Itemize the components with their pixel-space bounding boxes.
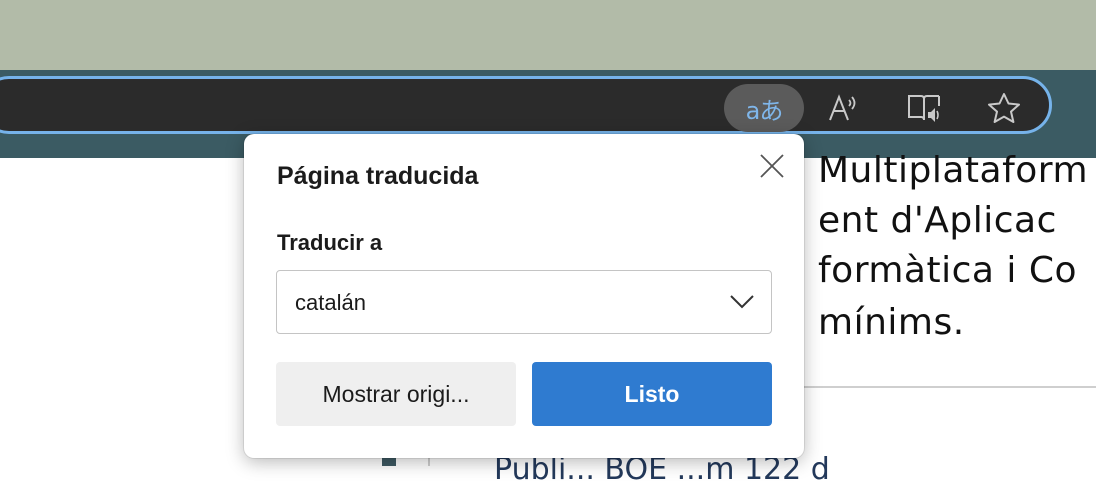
immersive-reader-button[interactable] <box>896 84 952 132</box>
page-text-line: mínims. <box>818 302 965 343</box>
show-original-button[interactable]: Mostrar origi... <box>276 362 516 426</box>
immersive-reader-icon <box>908 95 940 122</box>
translate-popup: Página traducida Traducir a catalán Most… <box>244 134 804 458</box>
close-button[interactable] <box>754 148 790 184</box>
chevron-down-icon <box>730 295 754 309</box>
address-bar[interactable] <box>0 76 1052 134</box>
close-icon <box>760 154 784 178</box>
popup-title: Página traducida <box>277 162 479 190</box>
translate-button[interactable]: aあ <box>724 84 804 132</box>
page-text-line: Multiplataform <box>818 150 1089 191</box>
read-aloud-icon <box>829 94 856 121</box>
favorite-star-icon <box>988 93 1020 123</box>
language-select[interactable]: catalán <box>276 270 772 334</box>
selected-language: catalán <box>295 290 366 315</box>
page-text-line: formàtica i Co <box>818 250 1078 291</box>
favorites-button[interactable] <box>976 84 1032 132</box>
translate-to-label: Traducir a <box>277 230 383 255</box>
done-button[interactable]: Listo <box>532 362 772 426</box>
read-aloud-button[interactable] <box>816 84 872 132</box>
page-text-line: ent d'Aplicac <box>818 200 1057 241</box>
translate-icon: aあ <box>745 96 784 125</box>
window-titlebar <box>0 0 1096 70</box>
